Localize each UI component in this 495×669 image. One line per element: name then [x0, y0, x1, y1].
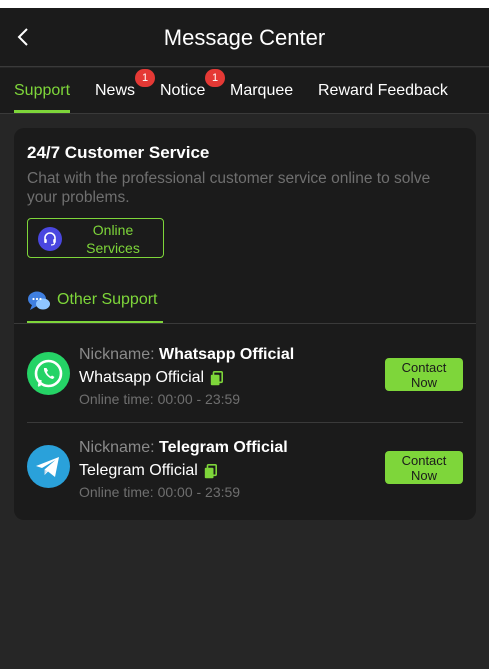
- account-value: Whatsapp Official: [79, 369, 205, 386]
- customer-service-description: Chat with the professional customer serv…: [27, 170, 431, 206]
- support-card: 24/7 Customer Service Chat with the prof…: [14, 128, 476, 520]
- contact-now-button[interactable]: Contact Now: [385, 358, 463, 391]
- message-center-screen: Message Center Support News 1 Notice 1 M…: [0, 8, 489, 669]
- nickname: Nickname: Telegram Official: [79, 439, 288, 457]
- tab-bar: Support News 1 Notice 1 Marquee Reward F…: [0, 68, 489, 114]
- tab-reward-feedback[interactable]: Reward Feedback: [318, 82, 448, 100]
- headset-icon: [38, 227, 62, 251]
- nickname-value: Telegram Official: [159, 439, 288, 456]
- contact-row-whatsapp: Nickname: Whatsapp Official Whatsapp Off…: [14, 346, 476, 416]
- copy-icon[interactable]: [210, 370, 224, 386]
- online-services-button[interactable]: Online Services: [27, 218, 164, 258]
- account-name: Whatsapp Official: [79, 369, 224, 387]
- tab-news[interactable]: News: [95, 82, 135, 100]
- chat-bubbles-icon: [28, 291, 50, 310]
- nickname-label: Nickname:: [79, 439, 155, 456]
- contact-button-line2: Now: [410, 375, 437, 390]
- nickname-label: Nickname:: [79, 346, 155, 363]
- contact-button-line1: Contact: [401, 453, 447, 468]
- top-bar: Message Center: [0, 8, 489, 67]
- customer-service-title: 24/7 Customer Service: [27, 143, 210, 162]
- other-support-label: Other Support: [57, 291, 158, 308]
- tab-marquee[interactable]: Marquee: [230, 82, 293, 100]
- active-tab-indicator: [14, 110, 70, 113]
- whatsapp-icon: [27, 352, 70, 395]
- copy-icon[interactable]: [204, 463, 217, 479]
- online-time: Online time: 00:00 - 23:59: [79, 484, 241, 500]
- notice-badge: 1: [205, 69, 225, 87]
- news-badge: 1: [135, 69, 155, 87]
- tab-notice[interactable]: Notice: [160, 82, 205, 100]
- online-label-line2: Services: [86, 240, 140, 256]
- contact-now-button[interactable]: Contact Now: [385, 451, 463, 484]
- other-support-tab[interactable]: Other Support: [27, 289, 163, 324]
- divider: [14, 323, 476, 324]
- page-title: Message Center: [163, 25, 326, 50]
- contact-button-line2: Now: [410, 468, 437, 483]
- nickname: Nickname: Whatsapp Official: [79, 346, 294, 364]
- account-value: Telegram Official: [79, 462, 198, 479]
- account-name: Telegram Official: [79, 462, 217, 480]
- online-services-label: Online Services: [72, 221, 154, 257]
- online-label-line1: Online: [92, 222, 134, 238]
- contact-row-telegram: Nickname: Telegram Official Telegram Off…: [14, 439, 476, 509]
- tab-support[interactable]: Support: [14, 82, 70, 100]
- online-time: Online time: 00:00 - 23:59: [79, 391, 241, 407]
- contact-button-line1: Contact: [401, 360, 447, 375]
- nickname-value: Whatsapp Official: [159, 346, 295, 363]
- row-divider: [27, 422, 463, 423]
- telegram-icon: [27, 445, 70, 488]
